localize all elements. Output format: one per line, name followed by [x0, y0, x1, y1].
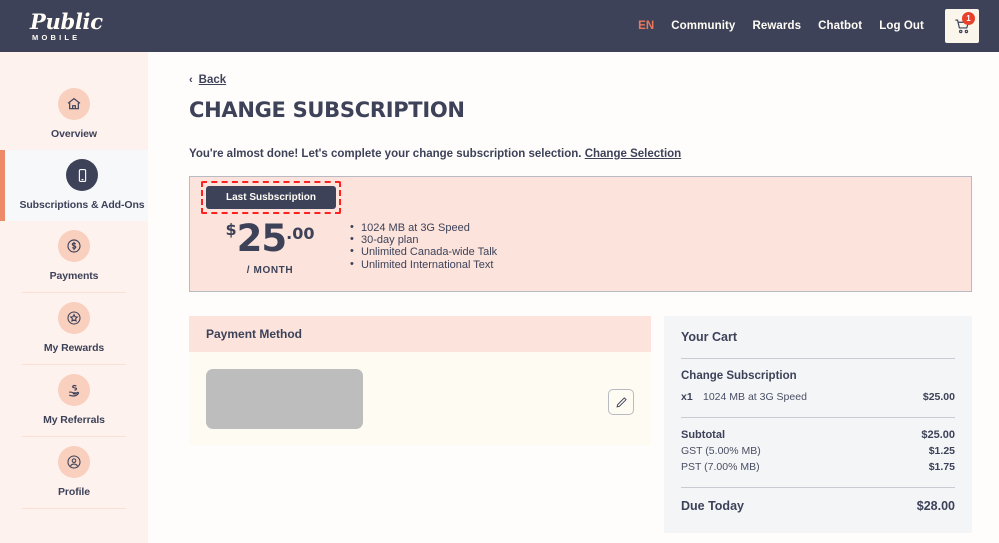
sidebar-item-subscriptions[interactable]: Subscriptions & Add-Ons: [0, 150, 159, 221]
plan-price: $25.00: [190, 220, 350, 257]
cart-button[interactable]: 1: [945, 9, 979, 43]
lead-message: You're almost done! Let's complete your …: [189, 148, 972, 160]
last-subscription-badge[interactable]: Last Susbscription: [206, 186, 337, 209]
sidebar-item-my-referrals[interactable]: My Referrals: [0, 365, 148, 436]
cart-tax-amount: $1.25: [928, 445, 955, 457]
plan-feature: 30-day plan: [350, 234, 497, 247]
dollar-circle-icon-wrap: [58, 230, 90, 262]
star-circle-icon-wrap: [58, 302, 90, 334]
header-nav: EN Community Rewards Chatbot Log Out 1: [638, 9, 989, 43]
hand-dollar-icon-wrap: [58, 374, 90, 406]
logo-wordmark: Public: [30, 8, 103, 34]
plan-feature: 1024 MB at 3G Speed: [350, 222, 497, 235]
sidebar-item-label-overview: Overview: [51, 128, 97, 140]
subscription-plan-card: Last Susbscription $25.00 / MONTH 1024 M…: [189, 176, 972, 292]
cart-tax-amount: $1.75: [928, 461, 955, 473]
home-icon: [67, 97, 81, 110]
star-circle-icon: [67, 311, 81, 325]
phone-icon-wrap: [66, 159, 98, 191]
payment-method-title: Payment Method: [189, 316, 651, 352]
cart-tax-row: PST (7.00% MB) $1.75: [681, 461, 955, 473]
top-header: Public MOBILE EN Community Rewards Chatb…: [0, 0, 999, 52]
cart-box: Your Cart Change Subscription x1 1024 MB…: [664, 316, 972, 533]
back-link[interactable]: Back: [199, 74, 227, 86]
public-mobile-logo[interactable]: Public MOBILE: [30, 11, 103, 42]
cart-title: Your Cart: [681, 330, 738, 344]
price-currency: $: [225, 220, 237, 239]
plan-feature: Unlimited International Text: [350, 259, 497, 272]
page-title: CHANGE SUBSCRIPTION: [189, 98, 465, 122]
cart-section-title: Change Subscription: [681, 370, 797, 382]
plan-price-column: $25.00 / MONTH: [190, 220, 350, 276]
lead-text: You're almost done! Let's complete your …: [189, 148, 582, 160]
nav-rewards[interactable]: Rewards: [752, 20, 801, 32]
sidebar-item-label-my-referrals: My Referrals: [43, 414, 105, 426]
user-circle-icon-wrap: [58, 446, 90, 478]
sidebar-item-label-payments: Payments: [49, 270, 99, 282]
cart-divider-1: [681, 358, 955, 359]
plan-feature: Unlimited Canada-wide Talk: [350, 246, 497, 259]
price-integer: 25: [236, 217, 287, 260]
dollar-circle-icon: [67, 239, 81, 253]
edit-payment-method-button[interactable]: [608, 389, 634, 415]
badge-highlight-annotation: Last Susbscription: [201, 181, 342, 214]
sidebar-item-label-my-rewards: My Rewards: [43, 342, 105, 354]
lower-section: Payment Method Your Cart Change Subscrip…: [189, 316, 972, 543]
cart-panel: Your Cart Change Subscription x1 1024 MB…: [664, 316, 972, 543]
cart-item-name: 1024 MB at 3G Speed: [703, 391, 807, 403]
cart-divider-2: [681, 417, 955, 418]
payment-method-body: [189, 352, 651, 445]
sidebar-item-label-profile: Profile: [58, 486, 90, 498]
plan-features: 1024 MB at 3G Speed 30-day plan Unlimite…: [350, 220, 497, 276]
cart-divider-3: [681, 487, 955, 488]
sidebar-item-my-rewards[interactable]: My Rewards: [0, 293, 148, 364]
cart-tax-label: PST (7.00% MB): [681, 461, 760, 473]
cart-due-label: Due Today: [681, 499, 744, 513]
masked-card-details: [206, 368, 363, 429]
nav-community[interactable]: Community: [671, 20, 735, 32]
logo-subtext: MOBILE: [32, 32, 81, 42]
sidebar: Overview Subscriptions & Add-Ons Payment…: [0, 52, 148, 543]
cart-due-today-row: Due Today $28.00: [681, 499, 955, 513]
nav-chatbot[interactable]: Chatbot: [818, 20, 862, 32]
cart-subtotal-amount: $25.00: [921, 429, 955, 441]
cart-subtotal-label: Subtotal: [681, 429, 725, 441]
user-circle-icon: [67, 455, 81, 469]
cart-subtotal-row: Subtotal $25.00: [681, 429, 955, 441]
sidebar-item-label-subscriptions: Subscriptions & Add-Ons: [19, 199, 145, 211]
phone-icon: [75, 168, 90, 183]
back-navigation[interactable]: ‹ Back: [189, 74, 972, 86]
cart-line-item: x1 1024 MB at 3G Speed $25.00: [681, 391, 955, 403]
price-decimal: .00: [286, 224, 315, 243]
plan-period: / MONTH: [246, 265, 294, 276]
cart-due-amount: $28.00: [916, 499, 955, 513]
cart-tax-row: GST (5.00% MB) $1.25: [681, 445, 955, 457]
sidebar-item-payments[interactable]: Payments: [0, 221, 148, 292]
cart-tax-label: GST (5.00% MB): [681, 445, 761, 457]
cart-count-badge: 1: [962, 12, 975, 25]
chevron-left-icon: ‹: [189, 74, 193, 86]
payment-method-panel: Payment Method: [189, 316, 651, 543]
sidebar-divider-4: [22, 508, 126, 509]
cart-item-amount: $25.00: [922, 391, 955, 403]
nav-log-out[interactable]: Log Out: [879, 20, 924, 32]
pencil-icon: [615, 396, 627, 408]
hand-dollar-icon: [68, 384, 79, 397]
home-icon-wrap: [58, 88, 90, 120]
sidebar-item-profile[interactable]: Profile: [0, 437, 148, 508]
cart-item-qty: x1: [681, 391, 693, 403]
change-selection-link[interactable]: Change Selection: [585, 148, 682, 160]
nav-language[interactable]: EN: [638, 20, 654, 32]
sidebar-item-overview[interactable]: Overview: [0, 79, 148, 150]
main-content: ‹ Back CHANGE SUBSCRIPTION You're almost…: [148, 52, 999, 543]
